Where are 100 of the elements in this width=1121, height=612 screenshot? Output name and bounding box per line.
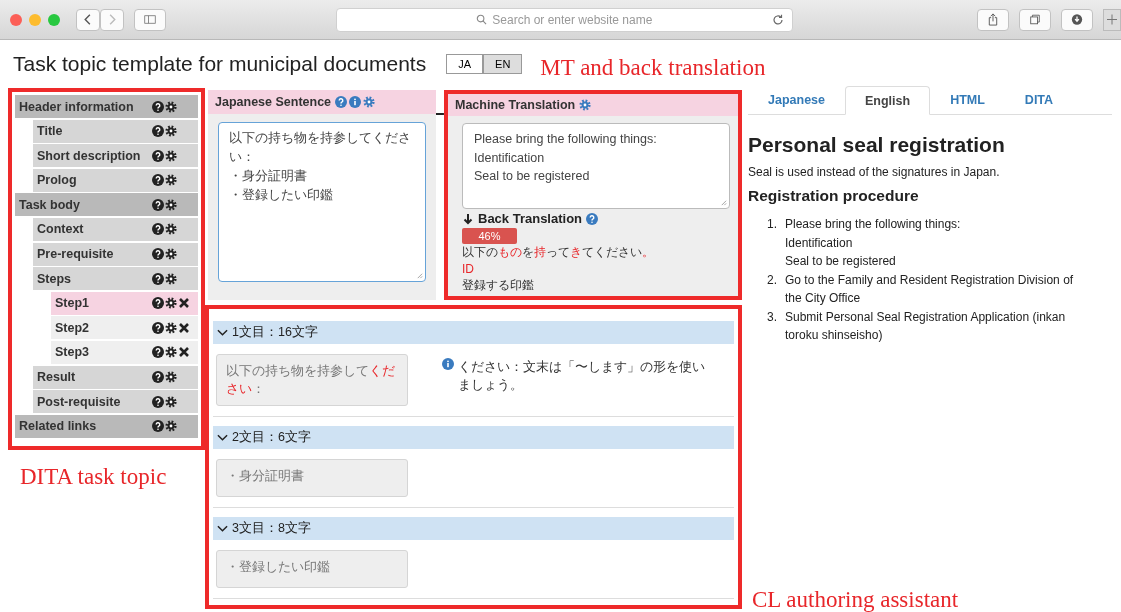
step-text: Go to the Family and Resident Registration Division of the City Office [785,271,1075,307]
share-button[interactable] [977,8,1009,31]
back-translation-line: ID [462,260,474,277]
help-icon[interactable] [152,100,164,113]
help-icon[interactable] [152,272,164,285]
step-text: Please bring the following things: [785,216,962,233]
sidebar-item[interactable]: Task body [15,193,198,217]
download-button[interactable] [1061,8,1093,31]
help-icon[interactable] [152,125,164,138]
tabs-icon [1029,13,1041,26]
help-icon[interactable] [152,395,164,408]
help-icon[interactable] [152,198,164,211]
sidebar-item[interactable]: Short description [33,144,198,168]
step-text: Seal to be registered [785,253,897,270]
chevron-icon [217,524,228,533]
tabs-button[interactable] [1019,8,1051,31]
help-icon[interactable] [152,149,164,162]
settings-icon[interactable] [165,346,177,359]
back-translation-title: Back Translation [478,211,583,226]
settings-icon[interactable] [165,272,177,285]
sidebar-item[interactable]: Step1 [51,291,198,315]
settings-icon[interactable] [165,248,177,261]
language-toggle[interactable]: EN [483,54,523,74]
resize-grip-icon[interactable] [416,272,424,279]
close-icon[interactable] [178,297,190,310]
sidebar-item[interactable]: Prolog [33,168,198,192]
help-icon[interactable] [152,297,164,310]
close-icon[interactable] [178,346,190,359]
settings-icon[interactable] [165,100,177,113]
japanese-input[interactable]: 以下の持ち物を持参してください： ・身分証明書 ・登録したい印鑑 [218,122,427,282]
sidebar-item[interactable]: Pre-requisite [33,242,198,266]
sidebar-item[interactable]: Related links [15,414,198,438]
settings-icon[interactable] [165,149,177,162]
new-tab-button[interactable] [1103,8,1121,31]
translation-output[interactable]: Please bring the following things: Identification Seal to be registered [462,123,730,209]
language-toggle[interactable]: JA [446,54,484,74]
share-icon [987,13,999,26]
step-text: Submit Personal Seal Registration Application (inkan toroku shinseisho) [785,308,1067,344]
document-paragraph: Seal is used instead of the signatures in Japan. [748,165,1001,179]
step-number: 3. [767,308,778,326]
step-number: 2. [767,271,778,289]
back-translation-line: 以下のものを持って きてください。 [462,244,654,261]
help-icon[interactable] [152,248,164,261]
settings-icon[interactable] [165,174,177,187]
sentence-header[interactable]: 1文目：16文字 [213,321,734,344]
sidebar-item[interactable]: Context [33,217,198,241]
settings-icon[interactable] [165,395,177,408]
preview-tab[interactable]: English [845,86,931,115]
settings-icon[interactable] [165,371,177,384]
download-icon [1071,13,1083,26]
help-icon[interactable] [152,371,164,384]
settings-icon[interactable] [165,198,177,211]
sidebar-item[interactable]: Steps [33,267,198,291]
info-icon[interactable] [349,96,362,108]
sidebar-item[interactable]: Header information [15,95,198,118]
settings-icon[interactable] [165,321,177,334]
sidebar-item[interactable]: Result [33,365,198,389]
sentence-header[interactable]: 3文目：8文字 [213,517,734,540]
page-title: Task topic template for municipal documents [13,52,427,76]
panel-title: Japanese Sentence [215,95,332,109]
annotation-label: MT and back translation [540,55,766,81]
settings-icon[interactable] [165,125,177,138]
help-icon[interactable] [152,321,164,334]
sentence-header[interactable]: 2文目：6文字 [213,426,734,449]
preview-tab[interactable]: DITA [1004,86,1074,114]
back-button[interactable] [76,8,100,31]
settings-icon[interactable] [165,420,177,433]
step-number: 1. [767,216,778,233]
help-icon[interactable] [152,174,164,187]
settings-icon[interactable] [165,223,177,236]
reload-icon[interactable] [772,13,784,26]
help-icon[interactable] [152,223,164,236]
sidebar-item[interactable]: Step2 [51,316,198,340]
help-icon[interactable] [152,420,164,433]
preview-tab[interactable]: Japanese [748,86,845,114]
help-icon[interactable] [152,346,164,359]
down-arrow-icon [462,212,474,225]
panel-title: Machine Translation [455,98,576,112]
search-icon [476,14,488,25]
plus-icon [1106,13,1118,26]
advice-text: ください：文末は「〜します」の形を使いましょう。 [458,359,706,394]
sidebar-icon [143,13,156,26]
step-text: Identification [785,234,854,252]
sidebar-button[interactable] [134,8,166,31]
section-heading: Registration procedure [748,187,920,205]
sentence-card: 以下の持ち物を持参して ください： [216,354,408,406]
sidebar-item[interactable]: Post-requisite [33,390,198,414]
sentence-card: ・身分証明書 [216,459,408,497]
back-translation-line: 登録する印鑑 [462,277,534,294]
settings-icon[interactable] [165,297,177,310]
score-badge: 46% [462,228,517,244]
chevron-icon [217,433,228,442]
sentence-card: ・登録したい印鑑 [216,550,408,588]
close-icon[interactable] [178,321,190,334]
sidebar-item[interactable]: Step3 [51,340,198,364]
info-icon[interactable] [442,358,454,370]
preview-tab[interactable]: HTML [930,86,1005,114]
sidebar-item[interactable]: Title [33,119,198,143]
resize-grip-icon[interactable] [720,199,727,206]
annotation-label: DITA task topic [20,463,168,490]
